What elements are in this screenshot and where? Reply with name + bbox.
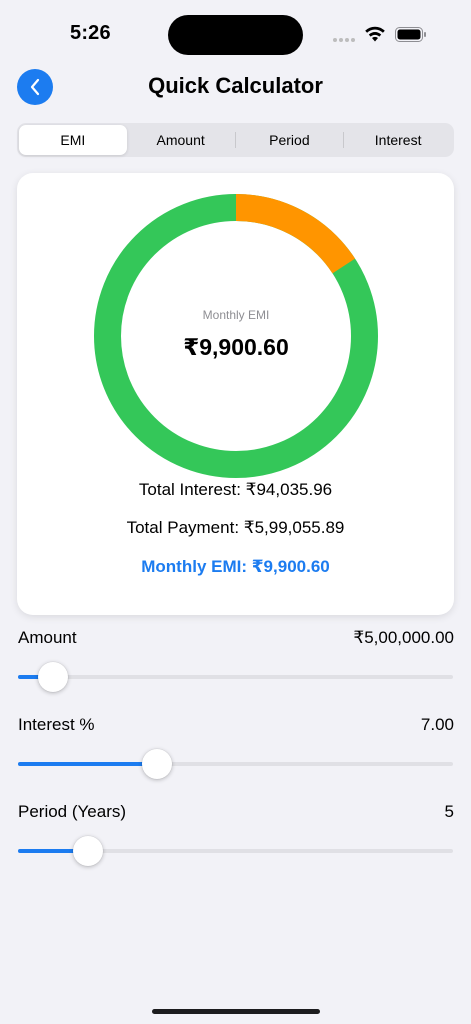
- status-bar: 5:26: [0, 0, 471, 60]
- battery-icon: [395, 27, 426, 42]
- donut-center-label: Monthly EMI: [202, 308, 270, 322]
- interest-label: Interest %: [18, 715, 95, 734]
- status-time: 5:26: [70, 22, 111, 44]
- emi-summary-card: Monthly EMI ₹9,900.60 Total Interest: ₹9…: [17, 173, 454, 615]
- period-label: Period (Years): [18, 802, 127, 821]
- tab-period[interactable]: Period: [236, 125, 344, 155]
- total-interest-text: Total Interest: ₹94,035.96: [138, 480, 333, 499]
- period-slider-row: Period (Years) 5: [17, 802, 454, 872]
- monthly-emi-text: Monthly EMI: ₹9,900.60: [141, 557, 330, 576]
- emi-donut-chart: Monthly EMI ₹9,900.60: [94, 194, 378, 478]
- tab-label: Interest: [374, 132, 422, 148]
- total-payment-text: Total Payment: ₹5,99,055.89: [126, 518, 345, 537]
- tab-label: EMI: [60, 132, 86, 148]
- donut-center-value: ₹9,900.60: [183, 334, 289, 360]
- slider-fill: [18, 762, 158, 766]
- slider-thumb[interactable]: [142, 749, 173, 779]
- slider-thumb[interactable]: [37, 662, 68, 692]
- wifi-icon: [365, 26, 385, 42]
- tab-label: Amount: [156, 132, 205, 148]
- home-indicator: [152, 1009, 320, 1014]
- amount-value: ₹5,00,000.00: [353, 628, 454, 647]
- slider-thumb[interactable]: [72, 836, 103, 866]
- period-value: 5: [444, 802, 454, 821]
- period-slider[interactable]: [18, 836, 453, 866]
- amount-label: Amount: [18, 628, 77, 647]
- dynamic-island: [168, 15, 303, 55]
- tab-amount[interactable]: Amount: [127, 125, 235, 155]
- tab-label: Period: [269, 132, 310, 148]
- cellular-signal-icon: [333, 38, 355, 42]
- tab-emi[interactable]: EMI: [19, 125, 127, 155]
- interest-slider[interactable]: [18, 749, 453, 779]
- donut-slice-interest: [235, 194, 356, 274]
- interest-value: 7.00: [420, 715, 454, 734]
- amount-slider-row: Amount ₹5,00,000.00: [17, 628, 454, 698]
- page-title: Quick Calculator: [148, 73, 323, 98]
- amount-slider[interactable]: [18, 662, 453, 692]
- tab-interest[interactable]: Interest: [344, 125, 452, 155]
- interest-slider-row: Interest % 7.00: [17, 715, 454, 785]
- calculator-mode-tabs: EMI Amount Period Interest: [17, 123, 454, 157]
